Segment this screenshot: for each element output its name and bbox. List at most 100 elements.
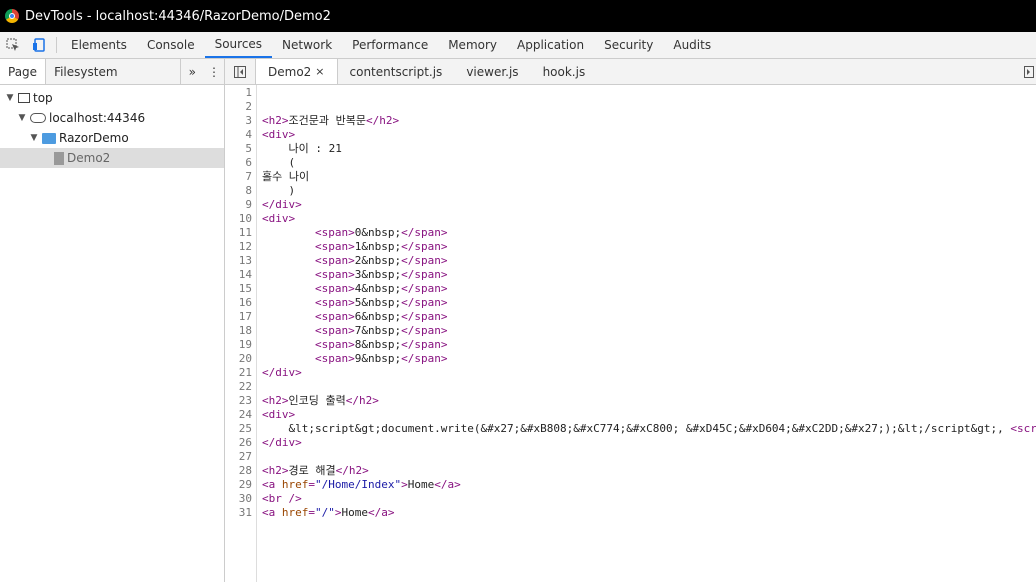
code-token: <span>	[314, 226, 355, 239]
tab-audits[interactable]: Audits	[663, 32, 721, 58]
code-token: </span>	[401, 282, 448, 295]
code-token: 8&nbsp;	[354, 338, 402, 351]
code-token: 5&nbsp;	[354, 296, 402, 309]
tab-network[interactable]: Network	[272, 32, 342, 58]
code-token: </a>	[434, 478, 461, 491]
code-token: <div>	[262, 128, 296, 141]
tree-item[interactable]: ▼ top	[0, 88, 224, 108]
file-tab[interactable]: viewer.js	[454, 59, 530, 84]
kebab-menu-icon[interactable]: ⋮	[204, 59, 224, 84]
code-token: </span>	[401, 324, 448, 337]
code-line: <span>2&nbsp;</span>	[262, 254, 1036, 268]
code-token: </span>	[401, 226, 448, 239]
tab-application[interactable]: Application	[507, 32, 594, 58]
code-token: >	[401, 478, 408, 491]
line-number[interactable]: 16	[225, 296, 256, 310]
code-token: 인코딩 출력	[288, 394, 346, 407]
code-token: <span>	[314, 310, 355, 323]
code-token: "/Home/Index"	[315, 478, 402, 491]
code-token: </a>	[368, 506, 395, 519]
line-number[interactable]: 2	[225, 100, 256, 114]
tab-sources[interactable]: Sources	[204, 32, 273, 58]
code-token: <span>	[314, 282, 355, 295]
code-line: </div>	[262, 436, 1036, 450]
line-number[interactable]: 27	[225, 450, 256, 464]
tree-item-label: Demo2	[67, 151, 111, 165]
line-number[interactable]: 1	[225, 86, 256, 100]
file-tab[interactable]: hook.js	[531, 59, 598, 84]
line-number[interactable]: 28	[225, 464, 256, 478]
close-icon[interactable]: ×	[315, 65, 324, 78]
line-number[interactable]: 7	[225, 170, 256, 184]
line-number[interactable]: 4	[225, 128, 256, 142]
file-tab[interactable]: Demo2 ×	[255, 59, 338, 84]
line-number[interactable]: 30	[225, 492, 256, 506]
line-number[interactable]: 20	[225, 352, 256, 366]
line-number[interactable]: 31	[225, 506, 256, 520]
tab-memory[interactable]: Memory	[438, 32, 507, 58]
line-number[interactable]: 21	[225, 366, 256, 380]
code-token: 1&nbsp;	[354, 240, 402, 253]
tab-elements[interactable]: Elements	[61, 32, 137, 58]
line-number[interactable]: 18	[225, 324, 256, 338]
code-line: <span>0&nbsp;</span>	[262, 226, 1036, 240]
tab-performance[interactable]: Performance	[342, 32, 438, 58]
line-number[interactable]: 11	[225, 226, 256, 240]
line-number[interactable]: 13	[225, 254, 256, 268]
code-line: <div>	[262, 128, 1036, 142]
code-token: 0&nbsp;	[354, 226, 402, 239]
line-number[interactable]: 15	[225, 282, 256, 296]
line-number[interactable]: 8	[225, 184, 256, 198]
line-number[interactable]: 12	[225, 240, 256, 254]
tab-console[interactable]: Console	[137, 32, 205, 58]
code-line: (	[262, 156, 1036, 170]
line-number[interactable]: 6	[225, 156, 256, 170]
expand-arrow-icon[interactable]: ▼	[17, 113, 27, 123]
code-token: </span>	[401, 352, 448, 365]
code-token: 7&nbsp;	[354, 324, 402, 337]
file-tab[interactable]: contentscript.js	[338, 59, 455, 84]
code-token: </span>	[401, 268, 448, 281]
expand-arrow-icon[interactable]: ▼	[5, 93, 15, 103]
line-number[interactable]: 29	[225, 478, 256, 492]
code-token: 경로 해결	[288, 464, 336, 477]
line-number[interactable]: 5	[225, 142, 256, 156]
line-number[interactable]: 22	[225, 380, 256, 394]
inspect-icon[interactable]	[0, 32, 26, 58]
line-number[interactable]: 23	[225, 394, 256, 408]
line-number[interactable]: 3	[225, 114, 256, 128]
code-token: </span>	[401, 296, 448, 309]
line-number[interactable]: 24	[225, 408, 256, 422]
line-number[interactable]: 25	[225, 422, 256, 436]
line-number[interactable]: 14	[225, 268, 256, 282]
line-number[interactable]: 19	[225, 338, 256, 352]
line-number[interactable]: 17	[225, 310, 256, 324]
code-token: </span>	[401, 240, 448, 253]
tab-page[interactable]: Page	[0, 59, 47, 84]
tree-item[interactable]: ▼ RazorDemo	[0, 128, 224, 148]
tab-filesystem[interactable]: Filesystem	[46, 59, 125, 84]
code-line: <span>9&nbsp;</span>	[262, 352, 1036, 366]
line-number[interactable]: 10	[225, 212, 256, 226]
code-line: <div>	[262, 212, 1036, 226]
code-token: <a	[262, 506, 282, 519]
code-editor[interactable]: 1 2 3 4 5 6 7 8 9 10 11 12 13 14 15 16 17 18 19 20 21 22 23 24 2…	[225, 85, 1036, 582]
toggle-navigator-icon[interactable]	[225, 59, 255, 84]
toggle-debugger-icon[interactable]	[1022, 59, 1036, 84]
code-line: <span>7&nbsp;</span>	[262, 324, 1036, 338]
device-toolbar-icon[interactable]	[26, 32, 52, 58]
file-icon	[54, 151, 64, 165]
code-token: =	[308, 478, 315, 491]
code-content[interactable]: <h2>조건문과 반복문</h2> <div> 나이 : 21 (홀수 나이 ) <…	[257, 85, 1036, 582]
tree-item[interactable]: Demo2	[0, 148, 224, 168]
tab-security[interactable]: Security	[594, 32, 663, 58]
line-number[interactable]: 9	[225, 198, 256, 212]
tree-item[interactable]: ▼ localhost:44346	[0, 108, 224, 128]
more-tabs-icon[interactable]: »	[179, 59, 204, 84]
code-token: href	[281, 478, 309, 491]
expand-arrow-icon[interactable]: ▼	[29, 133, 39, 143]
frame-icon	[18, 93, 30, 103]
line-number[interactable]: 26	[225, 436, 256, 450]
